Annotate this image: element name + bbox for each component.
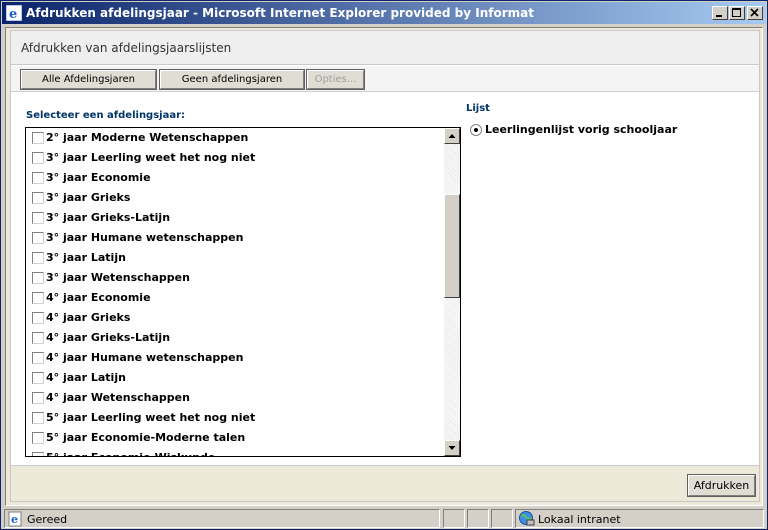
dialog-page: Afdrukken van afdelingsjaarslijsten Alle… <box>10 30 760 502</box>
scroll-up-button[interactable] <box>444 128 460 144</box>
page-done-icon: e <box>8 511 24 530</box>
list-item-label: 5° jaar Leerling weet het nog niet <box>46 411 256 424</box>
status-pane-3 <box>467 509 489 528</box>
title-bar[interactable]: e Afdrukken afdelingsjaar - Microsoft In… <box>2 2 766 24</box>
checkbox[interactable] <box>32 212 44 224</box>
list-item-label: 4° jaar Latijn <box>46 371 126 384</box>
list-item-label: 4° jaar Wetenschappen <box>46 391 190 404</box>
radio-button[interactable] <box>470 124 482 136</box>
department-year-list[interactable]: 2° jaar Moderne Wetenschappen 3° jaar Lee… <box>25 127 461 457</box>
list-item-label: 4° jaar Economie <box>46 291 151 304</box>
list-item-label: 3° jaar Leerling weet het nog niet <box>46 151 256 164</box>
page-header: Afdrukken van afdelingsjaarslijsten <box>11 31 759 65</box>
list-item-label: 3° jaar Latijn <box>46 251 126 264</box>
checkbox[interactable] <box>32 172 44 184</box>
list-item-label: 3° jaar Economie <box>46 171 151 184</box>
maximize-button[interactable] <box>729 6 745 20</box>
options-button[interactable]: Opties... <box>306 69 365 90</box>
checkbox[interactable] <box>32 152 44 164</box>
checkbox[interactable] <box>32 272 44 284</box>
status-bar: e Gereed Lokaal intranet <box>2 508 766 529</box>
arrow-up-icon <box>448 134 456 138</box>
checkbox[interactable] <box>32 412 44 424</box>
list-item-label: 3° jaar Grieks-Latijn <box>46 211 171 224</box>
list-item-label: 3° jaar Humane wetenschappen <box>46 231 244 244</box>
checkbox[interactable] <box>32 352 44 364</box>
list-item-label: 3° jaar Grieks <box>46 191 131 204</box>
radio-selected-dot <box>474 128 478 132</box>
browser-content: Afdrukken van afdelingsjaarslijsten Alle… <box>5 27 763 506</box>
toolbar: Alle Afdelingsjaren Geen afdelingsjaren … <box>11 66 759 92</box>
checkbox[interactable] <box>32 332 44 344</box>
list-item-label: 3° jaar Wetenschappen <box>46 271 190 284</box>
checkbox[interactable] <box>32 452 44 456</box>
all-departments-button[interactable]: Alle Afdelingsjaren <box>20 69 157 90</box>
status-pane-2 <box>443 509 465 528</box>
checkbox[interactable] <box>32 432 44 444</box>
checkbox[interactable] <box>32 192 44 204</box>
arrow-down-icon <box>448 446 456 450</box>
zone-text: Lokaal intranet <box>538 513 621 526</box>
scroll-thumb[interactable] <box>444 194 460 298</box>
browser-window: e Afdrukken afdelingsjaar - Microsoft In… <box>0 0 768 530</box>
dialog-footer: Afdrukken <box>11 465 759 501</box>
checkbox[interactable] <box>32 132 44 144</box>
minimize-button[interactable] <box>712 6 728 20</box>
minimize-icon <box>716 15 722 17</box>
list-item-label: 4° jaar Grieks <box>46 311 131 324</box>
status-text: Gereed <box>27 513 68 526</box>
svg-text:e: e <box>11 513 18 526</box>
checkbox[interactable] <box>32 372 44 384</box>
selection-label: Selecteer een afdelingsjaar: <box>26 110 186 121</box>
list-item-label: 2° jaar Moderne Wetenschappen <box>46 131 249 144</box>
list-label: Lijst <box>466 103 490 114</box>
list-scrollbar[interactable] <box>444 128 460 456</box>
checkbox[interactable] <box>32 312 44 324</box>
internet-explorer-icon: e <box>5 4 23 22</box>
svg-text:e: e <box>9 7 17 21</box>
checkbox[interactable] <box>32 232 44 244</box>
window-title: Afdrukken afdelingsjaar - Microsoft Inte… <box>26 6 534 20</box>
list-item-label: 5° jaar Economie-Moderne talen <box>46 431 246 444</box>
list-item-label: 4° jaar Humane wetenschappen <box>46 351 244 364</box>
status-pane: e Gereed <box>4 509 440 528</box>
list-item-label: 5° jaar Economie-Wiskunde <box>46 451 215 456</box>
maximize-icon <box>732 8 741 17</box>
zone-pane: Lokaal intranet <box>515 509 764 528</box>
no-departments-button[interactable]: Geen afdelingsjaren <box>159 69 305 90</box>
list-option-label: Leerlingenlijst vorig schooljaar <box>485 123 678 136</box>
close-icon <box>750 8 759 17</box>
checkbox[interactable] <box>32 392 44 404</box>
list-item-label: 4° jaar Grieks-Latijn <box>46 331 171 344</box>
close-button[interactable] <box>747 6 763 20</box>
checkbox[interactable] <box>32 252 44 264</box>
print-button[interactable]: Afdrukken <box>687 474 756 497</box>
status-pane-4 <box>491 509 513 528</box>
checkbox[interactable] <box>32 292 44 304</box>
page-title: Afdrukken van afdelingsjaarslijsten <box>21 41 232 55</box>
intranet-zone-icon <box>518 510 535 530</box>
scroll-down-button[interactable] <box>444 440 460 456</box>
